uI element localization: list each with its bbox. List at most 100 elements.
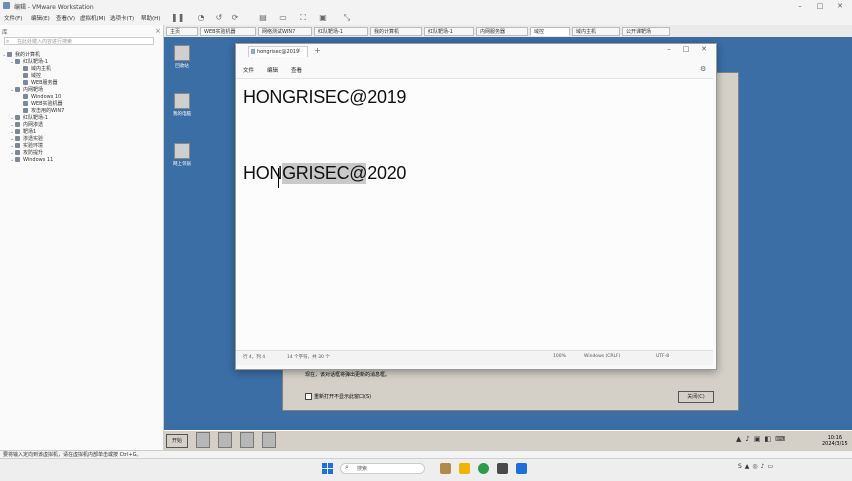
library-tree-item[interactable]: ⌄ 红队靶场-1 [2, 115, 160, 122]
library-tree-item[interactable]: WEB实验机器 [2, 101, 160, 108]
vm-icon [23, 94, 28, 99]
tab-domain-host[interactable]: 域内主机 [572, 27, 620, 36]
status-position: 行 4，列 4 [243, 355, 266, 360]
library-tree-item[interactable]: ⌄ 靶场1 [2, 129, 160, 136]
library-tree-label: 实验环境 [23, 143, 44, 149]
vm-icon [23, 101, 28, 106]
file-explorer-icon[interactable] [459, 463, 470, 474]
tab-test-win7[interactable]: 网络测试WIN7 [258, 27, 312, 36]
library-tree-label: 我的计算机 [15, 52, 41, 58]
manage-snapshots-icon[interactable]: ⟳ [230, 13, 240, 23]
new-tab-icon[interactable]: + [314, 46, 321, 55]
library-tree-item[interactable]: ⌄ 攻防提升 [2, 150, 160, 157]
server-manager-icon[interactable] [240, 432, 254, 448]
settings-gear-icon[interactable]: ⚙ [700, 65, 706, 73]
notepad-text-area[interactable] [236, 78, 713, 349]
menu-vm[interactable]: 虚拟机(M) [80, 14, 106, 22]
tab-redteam-1[interactable]: 红队靶场-1 [314, 27, 368, 36]
library-tree-item[interactable]: 域内主机 [2, 66, 160, 73]
tab-web-lab[interactable]: WEB实验机器 [200, 27, 256, 36]
library-search-input[interactable]: 在此处键入内容进行搜索 [4, 37, 154, 45]
tab-intranet-server[interactable]: 内网服务器 [476, 27, 528, 36]
sidebar-toggle-icon[interactable]: ▤ [258, 13, 268, 23]
tab-domain-controller[interactable]: 域控 [530, 27, 570, 36]
menu-help[interactable]: 帮助(H) [141, 14, 160, 22]
folder-icon [15, 129, 20, 134]
thumbnail-icon[interactable]: ▭ [278, 13, 288, 23]
notepad-menu-edit[interactable]: 编辑 [267, 66, 278, 74]
host-tray-icons[interactable]: S▲◎♪▭ [738, 463, 776, 470]
task-view-icon[interactable] [440, 463, 451, 474]
tab-redteam-1b[interactable]: 红队靶场-1 [424, 27, 474, 36]
guest-clock: 10:16 2024/3/15 [822, 435, 848, 447]
checkbox-icon[interactable] [305, 393, 312, 400]
status-zoom[interactable]: 100% [553, 354, 566, 359]
tab-course-range[interactable]: 公开课靶场 [622, 27, 670, 36]
library-tree-item[interactable]: ⌄ 红队靶场-1 [2, 59, 160, 66]
notepad-minimize-icon[interactable]: – [663, 45, 675, 53]
windows-start-icon[interactable] [322, 463, 333, 474]
library-tree-item[interactable]: ⌄ 内网渗透 [2, 122, 160, 129]
notepad-file-icon [251, 49, 255, 54]
tab-my-computer[interactable]: 我的计算机 [370, 27, 422, 36]
menu-edit[interactable]: 编辑(E) [31, 14, 50, 22]
host-taskbar [0, 458, 852, 481]
vm-icon [23, 80, 28, 85]
text-cursor [278, 168, 279, 188]
my-computer-icon[interactable]: 我的电脑 [171, 93, 193, 117]
folder-icon [15, 87, 20, 92]
library-tree-item[interactable]: ⌄ Windows 11 [2, 157, 160, 164]
library-tree-item[interactable]: Windows 10 [2, 94, 160, 101]
menu-tabs[interactable]: 选项卡(T) [110, 14, 134, 22]
recycle-bin-icon[interactable]: 回收站 [171, 45, 193, 69]
maximize-icon[interactable]: □ [810, 1, 830, 11]
library-close-icon[interactable]: × [155, 27, 161, 35]
library-tree-item[interactable]: 攻击用的WIN7 [2, 108, 160, 115]
library-tree-label: WEB服务器 [31, 80, 58, 86]
dialog-close-button[interactable]: 关闭(C) [678, 391, 714, 403]
library-tree-item[interactable]: ⌄ 我的计算机 [2, 52, 160, 59]
library-tree-item[interactable]: ⌄ 内网靶场 [2, 87, 160, 94]
dialog-checkbox[interactable]: 重新打开不显示此窗口(S) [305, 393, 371, 400]
unity-icon[interactable]: ▣ [318, 13, 328, 23]
library-tree-item[interactable]: 域控 [2, 73, 160, 80]
tab-home[interactable]: 主页 [166, 27, 198, 36]
snapshot-icon[interactable]: ◔ [196, 13, 206, 23]
library-tree-item[interactable]: WEB服务器 [2, 80, 160, 87]
explorer-icon[interactable] [196, 432, 210, 448]
folder-icon [15, 136, 20, 141]
library-tree-item[interactable]: ⌄ 渗透实验 [2, 136, 160, 143]
notepad-menu-view[interactable]: 查看 [291, 66, 302, 74]
status-line-ending[interactable]: Windows (CRLF) [584, 354, 620, 359]
close-icon[interactable]: ✕ [830, 1, 850, 11]
pause-icon[interactable]: ❚❚ [171, 13, 184, 23]
text-line-4: HONGRISEC@2020 [243, 163, 407, 184]
stretch-icon[interactable]: ⤡ [342, 13, 352, 23]
host-search-input[interactable]: 搜索 [340, 463, 425, 474]
notepad-close-icon[interactable]: ✕ [698, 45, 710, 53]
status-hint: 要将输入定向到该虚拟机，请在虚拟机内部单击或按 Ctrl+G。 [3, 452, 142, 458]
folder-icon [15, 122, 20, 127]
notepad-maximize-icon[interactable]: □ [680, 45, 692, 53]
status-encoding[interactable]: UTF-8 [656, 354, 669, 359]
revert-icon[interactable]: ↺ [214, 13, 224, 23]
minimize-icon[interactable]: – [790, 1, 810, 11]
fullscreen-icon[interactable]: ⛶ [298, 13, 308, 23]
menu-file[interactable]: 文件(F) [4, 14, 22, 22]
network-icon[interactable]: 网上邻居 [171, 143, 193, 167]
search-icon: ⌕ [345, 463, 349, 471]
notepad-menu-file[interactable]: 文件 [243, 66, 254, 74]
vmware-taskbar-icon[interactable] [497, 463, 508, 474]
app-taskbar-icon[interactable] [516, 463, 527, 474]
folder-icon [15, 59, 20, 64]
guest-start-button[interactable]: 开始 [166, 434, 188, 448]
menu-view[interactable]: 查看(V) [56, 14, 75, 22]
library-tree-item[interactable]: ⌄ 实验环境 [2, 143, 160, 150]
chat-icon[interactable] [478, 463, 489, 474]
folder-icon [15, 143, 20, 148]
library-tree-label: 攻击用的WIN7 [31, 108, 65, 114]
tools-icon[interactable] [262, 432, 276, 448]
notepad-tab-close-icon[interactable]: × [296, 47, 301, 54]
powershell-icon[interactable] [218, 432, 232, 448]
library-tree-label: 内网靶场 [23, 87, 44, 93]
